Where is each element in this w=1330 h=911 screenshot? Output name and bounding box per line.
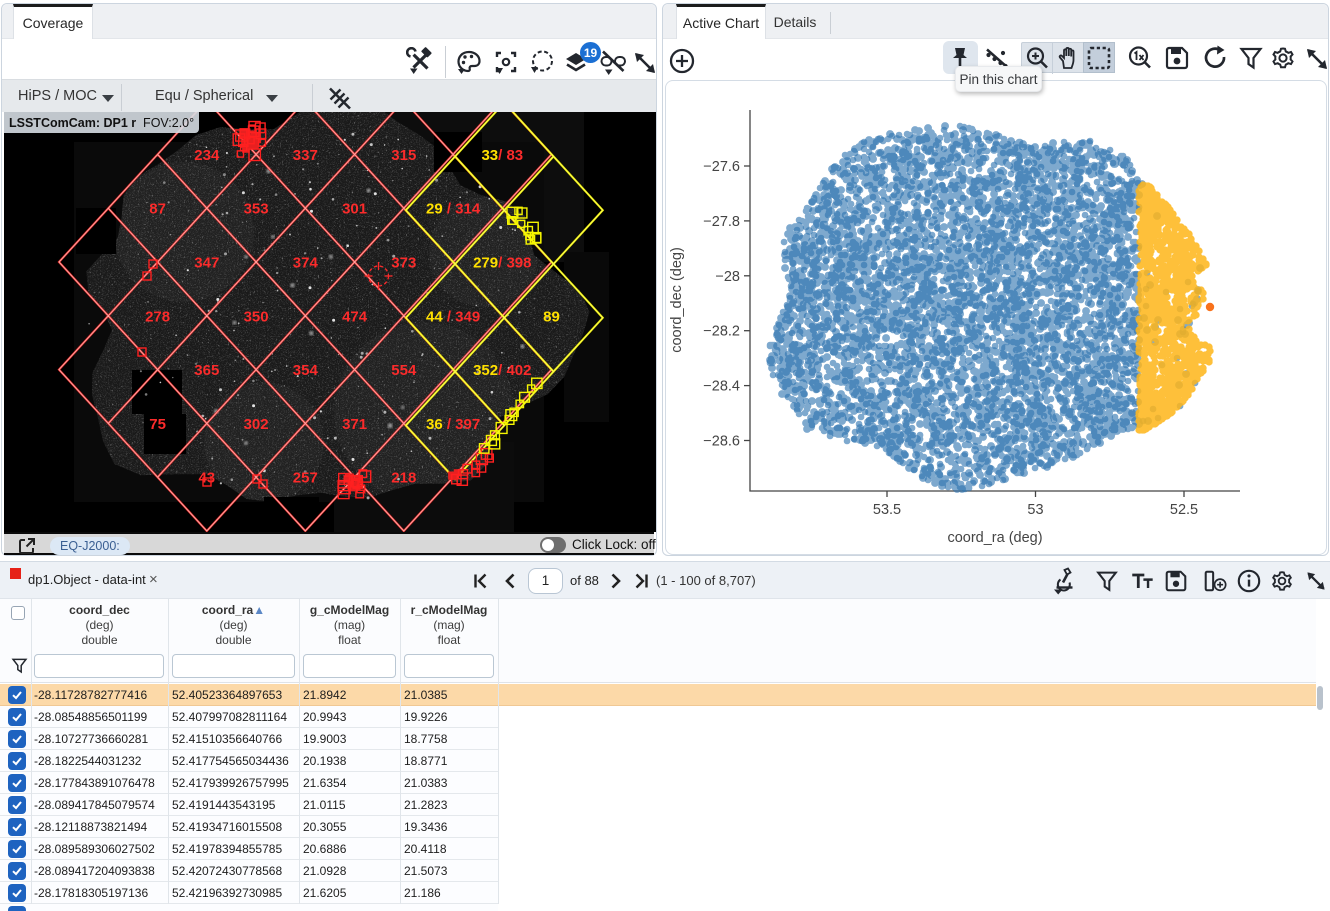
svg-text:234: 234: [194, 147, 220, 164]
svg-text:−28.4: −28.4: [703, 379, 740, 395]
svg-text:36 / 397: 36 / 397: [426, 416, 480, 433]
svg-text:301: 301: [342, 201, 367, 218]
svg-text:75: 75: [149, 416, 166, 433]
svg-text:302: 302: [244, 416, 269, 433]
svg-text:53: 53: [1027, 502, 1043, 518]
svg-text:554: 554: [391, 362, 417, 379]
svg-text:353: 353: [244, 201, 269, 218]
svg-text:279/ 398: 279/ 398: [473, 255, 531, 272]
svg-text:coord_ra (deg): coord_ra (deg): [947, 530, 1042, 546]
svg-text:371: 371: [342, 416, 367, 433]
svg-text:354: 354: [293, 362, 319, 379]
svg-text:−27.8: −27.8: [703, 214, 740, 230]
svg-text:365: 365: [194, 362, 219, 379]
svg-text:373: 373: [391, 255, 416, 272]
svg-text:347: 347: [194, 255, 219, 272]
svg-text:352/ 402: 352/ 402: [473, 362, 531, 379]
svg-text:−27.6: −27.6: [703, 159, 740, 175]
svg-text:−28.2: −28.2: [703, 324, 740, 340]
svg-text:29 / 314: 29 / 314: [426, 201, 481, 218]
svg-text:374: 374: [293, 255, 319, 272]
svg-text:315: 315: [391, 147, 416, 164]
svg-text:87: 87: [149, 201, 166, 218]
svg-text:52.5: 52.5: [1170, 502, 1198, 518]
svg-text:−28.6: −28.6: [703, 434, 740, 450]
svg-text:33/ 83: 33/ 83: [481, 147, 523, 164]
svg-text:coord_dec (deg): coord_dec (deg): [669, 247, 685, 353]
svg-text:257: 257: [293, 470, 318, 487]
svg-text:53.5: 53.5: [873, 502, 901, 518]
svg-text:474: 474: [342, 308, 368, 325]
svg-text:337: 337: [293, 147, 318, 164]
svg-text:218: 218: [391, 470, 416, 487]
svg-text:89: 89: [543, 308, 560, 325]
svg-text:44 / 349: 44 / 349: [426, 308, 480, 325]
svg-text:−28: −28: [715, 269, 740, 285]
svg-text:278: 278: [145, 308, 170, 325]
svg-text:350: 350: [244, 308, 269, 325]
